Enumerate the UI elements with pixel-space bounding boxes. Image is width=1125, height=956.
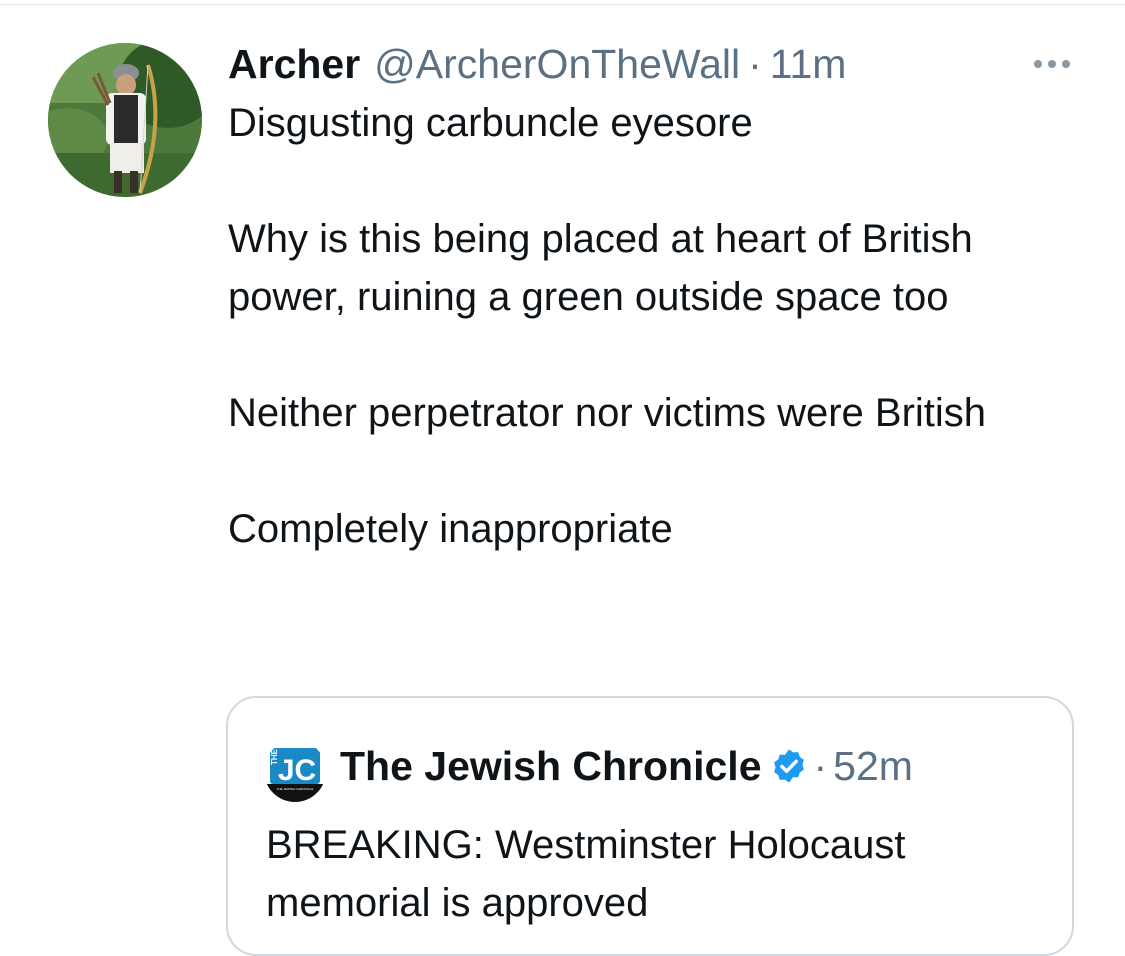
quoted-author-name[interactable]: The Jewish Chronicle [340, 743, 762, 790]
quoted-separator-dot: · [813, 742, 828, 789]
avatar-image [48, 43, 202, 197]
jc-logo-small-text: THE JEWISH CHRONICLE [277, 787, 314, 791]
quoted-tweet-text: BREAKING: Westminster Holocaust memorial… [266, 823, 906, 925]
author-name[interactable]: Archer [228, 41, 360, 88]
top-divider [0, 0, 1125, 5]
jc-logo-monogram: JC [278, 754, 316, 787]
tweet-time[interactable]: 11m [770, 41, 847, 88]
verified-badge-icon [773, 749, 804, 783]
tweet: Archer @ArcherOnTheWall · 11m Disgusting… [228, 36, 1078, 558]
quoted-tweet-time[interactable]: 52m [833, 743, 913, 790]
avatar[interactable] [48, 43, 202, 197]
quoted-tweet-header: The Jewish Chronicle · 52m [340, 738, 913, 794]
tweet-text: Disgusting carbuncle eyesore Why is this… [228, 101, 987, 551]
quoted-tweet-card[interactable]: THE JC THE JEWISH CHRONICLE The Jewish C… [226, 696, 1074, 956]
separator-dot: · [748, 40, 762, 87]
quoted-avatar[interactable]: THE JC THE JEWISH CHRONICLE [264, 740, 326, 802]
tweet-header: Archer @ArcherOnTheWall · 11m [228, 36, 1078, 92]
author-handle[interactable]: @ArcherOnTheWall [374, 41, 740, 88]
jc-logo: THE JC THE JEWISH CHRONICLE [264, 740, 326, 802]
